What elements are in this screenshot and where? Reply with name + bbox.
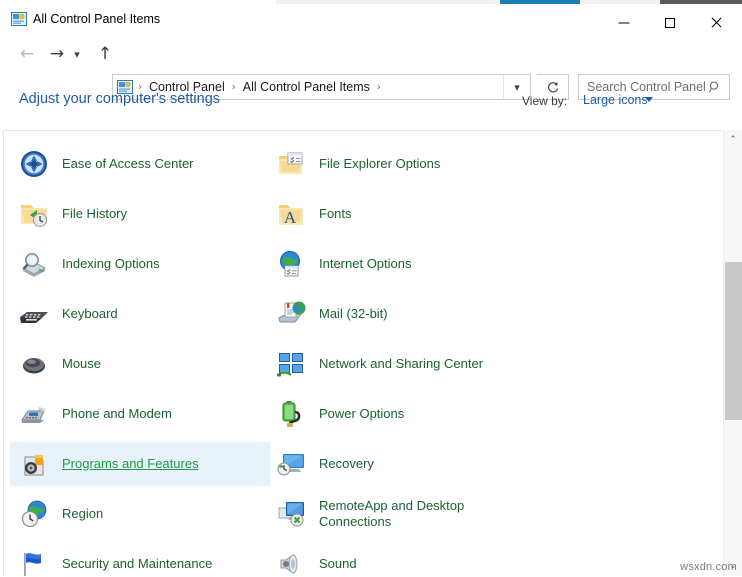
phone-and-modem-icon [18,398,50,430]
control-panel-item[interactable]: Phone and Modem [10,392,270,436]
control-panel-item-label: Internet Options [319,256,412,272]
svg-text:A: A [284,208,297,227]
control-panel-item[interactable]: RemoteApp and Desktop Connections [267,492,527,536]
control-panel-item-label: Indexing Options [62,256,160,272]
vertical-scrollbar[interactable]: ⌃ ⌄ [723,130,742,576]
arrow-left-icon: ← [20,46,34,63]
control-panel-item[interactable]: Keyboard [10,292,270,336]
fonts-icon: A [275,198,307,230]
network-and-sharing-center-icon [275,348,307,380]
control-panel-item[interactable]: Sound [267,542,527,577]
up-one-level-button[interactable]: ↑ [92,36,118,72]
page-title: Adjust your computer's settings [19,91,220,107]
close-icon [710,17,722,29]
mouse-icon [18,348,50,380]
navigation-bar: ← → ▾ ↑ › Control Panel › [0,36,742,72]
control-panel-item[interactable]: Ease of Access Center [10,142,270,186]
close-button[interactable] [693,8,739,38]
sound-icon [275,548,307,577]
control-panel-item-label: Phone and Modem [62,406,172,422]
view-by-dropdown[interactable]: Large icons [583,93,648,107]
watermark: wsxdn.com [680,561,737,573]
control-panel-item[interactable]: A Fonts [267,192,527,236]
window-title: All Control Panel Items [33,10,160,28]
recent-locations-button[interactable]: ▾ [68,36,86,72]
keyboard-icon [18,298,50,330]
control-panel-item[interactable]: Internet Options [267,242,527,286]
back-button[interactable]: ← [14,36,40,72]
internet-options-icon [275,248,307,280]
control-panel-item[interactable]: Recovery [267,442,527,486]
control-panel-item-label: Keyboard [62,306,118,322]
control-panel-item[interactable]: File History [10,192,270,236]
mail-icon [275,298,307,330]
chevron-down-icon: ▾ [74,46,80,63]
control-panel-item[interactable]: Security and Maintenance [10,542,270,577]
control-panel-item-label: File Explorer Options [319,156,440,172]
title-bar: All Control Panel Items [0,4,742,34]
control-panel-item[interactable]: Indexing Options [10,242,270,286]
control-panel-item-label: Power Options [319,406,404,422]
control-panel-item-label: Mail (32-bit) [319,306,388,322]
control-panel-item[interactable]: Programs and Features [10,442,270,486]
control-panel-item-label: Recovery [319,456,374,472]
control-panel-item-label: Region [62,506,103,522]
control-panel-item-label: RemoteApp and Desktop Connections [319,498,527,530]
power-options-icon [275,398,307,430]
view-by-label: View by: [522,94,567,108]
region-icon [18,498,50,530]
caret-down-icon[interactable] [645,97,653,102]
scrollbar-thumb[interactable] [725,262,742,420]
control-panel-item[interactable]: File Explorer Options [267,142,527,186]
control-panel-item-label: Network and Sharing Center [319,356,483,372]
control-panel-item-label: Programs and Features [62,456,199,472]
arrow-right-icon: → [50,46,64,63]
forward-button[interactable]: → [44,36,70,72]
minimize-button[interactable] [601,8,647,38]
recovery-icon [275,448,307,480]
remoteapp-and-desktop-connections-icon [275,498,307,530]
minimize-icon [619,23,630,24]
ease-of-access-icon [18,148,50,180]
control-panel-item[interactable]: Region [10,492,270,536]
programs-and-features-icon [18,448,50,480]
control-panel-item[interactable]: Network and Sharing Center [267,342,527,386]
maximize-button[interactable] [647,8,693,38]
control-panel-item[interactable]: Mail (32-bit) [267,292,527,336]
control-panel-item-label: Mouse [62,356,101,372]
arrow-up-icon: ↑ [98,46,112,63]
control-panel-item-label: Security and Maintenance [62,556,212,572]
file-explorer-options-icon [275,148,307,180]
indexing-options-icon [18,248,50,280]
control-panel-item-label: Ease of Access Center [62,156,194,172]
control-panel-item-label: Sound [319,556,357,572]
control-panel-window: All Control Panel Items ← → ▾ ↑ [0,0,742,576]
control-panel-items-grid: Ease of Access Center File History Indexin… [4,130,722,577]
maximize-icon [665,18,675,28]
control-panel-item-label: Fonts [319,206,352,222]
file-history-icon [18,198,50,230]
security-and-maintenance-icon [18,548,50,577]
scroll-up-button[interactable]: ⌃ [724,131,742,149]
control-panel-icon [11,12,27,26]
control-panel-item[interactable]: Power Options [267,392,527,436]
control-panel-item-label: File History [62,206,127,222]
control-panel-item[interactable]: Mouse [10,342,270,386]
header-row: Adjust your computer's settings View by:… [0,88,742,120]
